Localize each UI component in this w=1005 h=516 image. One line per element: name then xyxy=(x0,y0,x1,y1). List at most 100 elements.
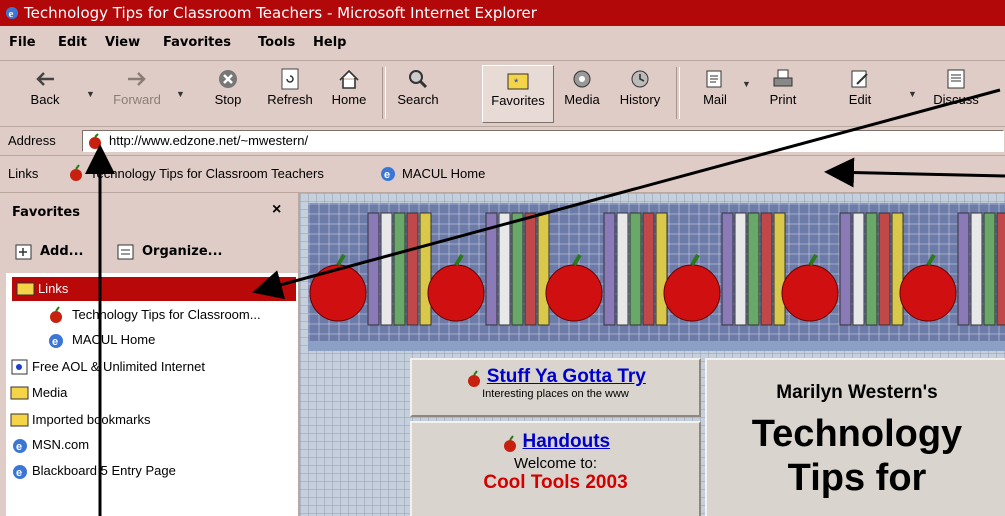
search-label: Search xyxy=(397,92,439,107)
book-spine xyxy=(773,212,786,326)
edit-label: Edit xyxy=(848,92,872,107)
forward-dropdown-icon[interactable]: ▼ xyxy=(176,89,185,99)
history-button[interactable]: History xyxy=(612,65,668,121)
search-button[interactable]: Search xyxy=(390,65,446,121)
discuss-button[interactable]: Discuss xyxy=(928,65,984,121)
menu-tools[interactable]: Tools xyxy=(258,35,295,50)
menu-bar: File Edit View Favorites Tools Help xyxy=(0,26,1005,61)
ie-page-icon: e xyxy=(49,334,63,348)
menu-help[interactable]: Help xyxy=(313,35,346,50)
apple-favicon-icon xyxy=(89,133,101,149)
media-button[interactable]: Media xyxy=(556,65,608,121)
favorites-header: Favorites × xyxy=(0,193,298,233)
print-icon xyxy=(773,69,793,87)
book-spine xyxy=(642,212,655,326)
favorites-item-label: Free AOL & Unlimited Internet xyxy=(32,359,205,374)
site-title-line1: Technology xyxy=(751,413,963,455)
book-spine xyxy=(996,212,1005,326)
toolbar-separator xyxy=(382,67,386,119)
link-macul-home[interactable]: e MACUL Home xyxy=(378,164,508,184)
apple xyxy=(663,264,721,322)
organize-favorites-button[interactable]: Organize... xyxy=(116,239,246,267)
folder-icon xyxy=(10,386,29,400)
menu-favorites[interactable]: Favorites xyxy=(163,35,231,50)
book-spine xyxy=(603,212,616,326)
back-button[interactable]: Back xyxy=(20,65,70,121)
site-title-box: Marilyn Western's Technology Tips for xyxy=(705,358,1005,516)
favorites-item-imported-bookmarks[interactable]: Imported bookmarks xyxy=(6,408,298,432)
favorites-item-label: Blackboard 5 Entry Page xyxy=(32,463,176,478)
book-spine xyxy=(537,212,550,326)
print-button[interactable]: Print xyxy=(758,65,808,121)
add-favorite-button[interactable]: Add... xyxy=(14,239,104,267)
close-icon[interactable]: × xyxy=(272,201,281,219)
favorites-item-label: MACUL Home xyxy=(72,332,156,347)
favorites-item-free-aol[interactable]: Free AOL & Unlimited Internet xyxy=(6,355,298,379)
favorites-item-msn[interactable]: e MSN.com xyxy=(6,433,298,457)
favorites-pane: Favorites × Add... Organize... Links Tec… xyxy=(0,193,300,516)
book-spine xyxy=(655,212,668,326)
menu-file[interactable]: File xyxy=(9,35,36,50)
book-spine xyxy=(747,212,760,326)
book-spine xyxy=(878,212,891,326)
apple xyxy=(899,264,957,322)
media-label: Media xyxy=(564,92,600,107)
address-input[interactable]: http://www.edzone.net/~mwestern/ xyxy=(82,130,1004,152)
svg-text:*: * xyxy=(514,77,519,89)
book-spine xyxy=(616,212,629,326)
favorites-item-media[interactable]: Media xyxy=(6,381,298,405)
stuff-ya-gotta-try-link[interactable]: Stuff Ya Gotta Try xyxy=(487,366,646,387)
menu-edit[interactable]: Edit xyxy=(58,35,87,50)
book-spine xyxy=(367,212,380,326)
favorites-list: Links Technology Tips for Classroom... e… xyxy=(6,273,298,516)
favorites-item-links[interactable]: Links xyxy=(12,277,296,301)
welcome-text: Welcome to: xyxy=(513,455,598,472)
edit-button[interactable]: Edit xyxy=(835,65,885,121)
favorites-button[interactable]: * Favorites xyxy=(482,65,554,123)
apple-favicon-icon xyxy=(70,164,82,181)
apple-icon xyxy=(503,434,516,452)
menu-view[interactable]: View xyxy=(105,35,140,50)
add-favorite-icon xyxy=(15,244,32,260)
print-label: Print xyxy=(769,92,797,107)
ie-page-icon: e xyxy=(13,439,27,453)
apple-stem xyxy=(926,253,936,267)
book-spine xyxy=(485,212,498,326)
mail-button[interactable]: Mail xyxy=(690,65,740,121)
favorites-item-label: MSN.com xyxy=(32,437,90,452)
handouts-link[interactable]: Handouts xyxy=(523,431,611,452)
discuss-icon xyxy=(947,69,965,89)
stop-button[interactable]: Stop xyxy=(203,65,253,121)
favorites-item-blackboard[interactable]: e Blackboard 5 Entry Page xyxy=(6,459,298,483)
book-spine xyxy=(983,212,996,326)
favorites-item-label: Imported bookmarks xyxy=(32,412,151,427)
stop-label: Stop xyxy=(214,92,242,107)
book-spine xyxy=(852,212,865,326)
edit-icon xyxy=(851,70,868,88)
apple xyxy=(545,264,603,322)
back-dropdown-icon[interactable]: ▼ xyxy=(86,89,95,99)
history-label: History xyxy=(619,92,661,107)
edit-dropdown-icon[interactable]: ▼ xyxy=(908,89,917,99)
svg-text:e: e xyxy=(384,169,390,181)
discuss-label: Discuss xyxy=(933,92,979,107)
aol-page-icon xyxy=(11,359,28,375)
forward-button[interactable]: Forward xyxy=(102,65,172,121)
favorites-item-macul-home[interactable]: e MACUL Home xyxy=(6,328,298,352)
svg-text:e: e xyxy=(9,8,14,20)
window-title: Technology Tips for Classroom Teachers -… xyxy=(24,4,537,22)
link-technology-tips[interactable]: Technology Tips for Classroom Teachers xyxy=(66,164,346,184)
home-button[interactable]: Home xyxy=(325,65,373,121)
address-value: http://www.edzone.net/~mwestern/ xyxy=(109,133,309,148)
mail-dropdown-icon[interactable]: ▼ xyxy=(742,79,751,89)
refresh-label: Refresh xyxy=(267,92,313,107)
refresh-button[interactable]: Refresh xyxy=(262,65,318,121)
book-spine xyxy=(511,212,524,326)
apple-stem xyxy=(454,253,464,267)
ie-page-icon: e xyxy=(381,167,395,181)
address-bar: Address http://www.edzone.net/~mwestern/ xyxy=(0,127,1005,156)
svg-text:e: e xyxy=(16,441,22,453)
refresh-icon xyxy=(281,68,299,90)
address-label: Address xyxy=(8,133,56,148)
favorites-item-technology-tips[interactable]: Technology Tips for Classroom... xyxy=(6,303,298,327)
